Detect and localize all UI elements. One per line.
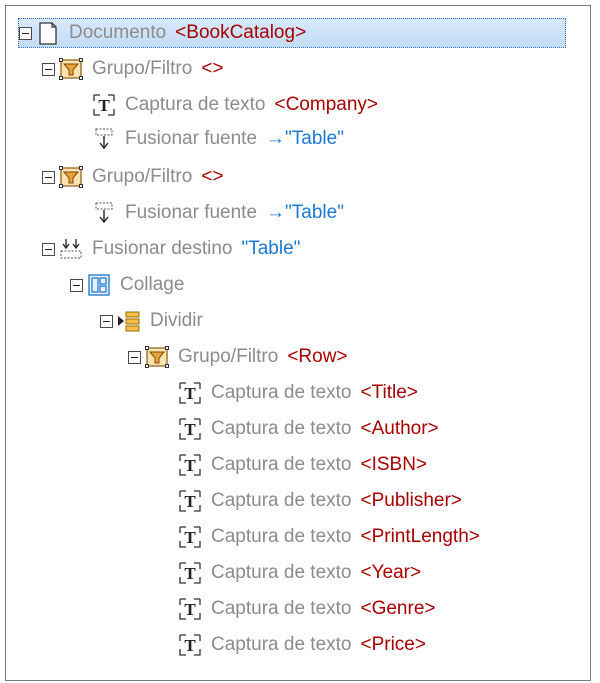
node-label: Captura de texto — [211, 382, 352, 403]
node-argument: <Row> — [287, 346, 348, 367]
document-icon — [35, 20, 61, 46]
node-label: Captura de texto — [211, 634, 352, 655]
node-label: Collage — [120, 274, 185, 295]
collage-icon — [86, 272, 112, 298]
node-label: Grupo/Filtro — [178, 346, 279, 367]
node-argument: →"Table" — [266, 128, 344, 149]
tree-node-captura-de-texto[interactable]: T Captura de texto <Title> — [174, 378, 418, 408]
filter-icon — [58, 164, 84, 190]
node-argument: <Price> — [360, 634, 426, 655]
node-label: Grupo/Filtro — [92, 58, 193, 79]
node-argument: <Author> — [360, 418, 439, 439]
text-capture-icon: T — [177, 380, 203, 406]
node-argument: <> — [201, 58, 224, 79]
svg-text:T: T — [184, 564, 196, 583]
text-capture-icon: T — [177, 632, 203, 658]
node-argument: <Company> — [274, 94, 378, 115]
tree-node-captura-de-texto[interactable]: T Captura de texto <ISBN> — [174, 450, 427, 480]
svg-text:T: T — [184, 528, 196, 547]
svg-text:T: T — [184, 492, 196, 511]
node-argument: "Table" — [241, 238, 301, 259]
node-label: Grupo/Filtro — [92, 166, 193, 187]
node-argument: <Genre> — [360, 598, 436, 619]
node-label: Fusionar destino — [92, 238, 233, 259]
collapse-toggle-icon[interactable] — [128, 350, 141, 364]
node-label: Dividir — [150, 310, 203, 331]
node-label: Fusionar fuente — [125, 128, 258, 149]
tree-node-captura-de-texto[interactable]: T Captura de texto <Price> — [174, 630, 426, 660]
text-capture-icon: T — [177, 596, 203, 622]
collapse-toggle-icon[interactable] — [70, 278, 83, 292]
tree-node-fusionar-fuente[interactable]: Fusionar fuente →"Table" — [88, 198, 344, 228]
tree-node-fusionar-destino[interactable]: Fusionar destino "Table" — [42, 234, 300, 264]
node-label: Captura de texto — [211, 562, 352, 583]
tree-node-captura-de-texto[interactable]: T Captura de texto <Company> — [88, 90, 378, 120]
node-argument: <Year> — [360, 562, 422, 583]
svg-text:T: T — [184, 420, 196, 439]
tree-node-grupo-filtro[interactable]: Grupo/Filtro <> — [42, 54, 224, 84]
split-icon — [116, 308, 142, 334]
collapse-toggle-icon[interactable] — [100, 314, 113, 328]
node-argument: <> — [201, 166, 224, 187]
merge-source-icon — [91, 126, 117, 152]
text-capture-icon: T — [91, 92, 117, 118]
svg-text:T: T — [98, 96, 110, 115]
svg-text:T: T — [184, 456, 196, 475]
tree-node-dividir[interactable]: Dividir — [100, 306, 203, 336]
node-label: Captura de texto — [125, 94, 266, 115]
text-capture-icon: T — [177, 452, 203, 478]
tree-node-documento[interactable]: Documento <BookCatalog> — [18, 18, 566, 48]
node-argument: <PrintLength> — [360, 526, 480, 547]
filter-icon — [58, 56, 84, 82]
tree-node-captura-de-texto[interactable]: T Captura de texto <Year> — [174, 558, 421, 588]
collapse-toggle-icon[interactable] — [19, 26, 32, 40]
svg-text:T: T — [184, 636, 196, 655]
node-label: Captura de texto — [211, 526, 352, 547]
node-label: Fusionar fuente — [125, 202, 258, 223]
node-label: Captura de texto — [211, 598, 352, 619]
merge-target-icon — [58, 236, 84, 262]
node-argument: <Publisher> — [360, 490, 462, 511]
text-capture-icon: T — [177, 416, 203, 442]
text-capture-icon: T — [177, 488, 203, 514]
merge-source-icon — [91, 200, 117, 226]
collapse-toggle-icon[interactable] — [42, 62, 55, 76]
node-argument: →"Table" — [266, 202, 344, 223]
svg-text:T: T — [184, 600, 196, 619]
node-argument: <ISBN> — [360, 454, 428, 475]
filter-icon — [144, 344, 170, 370]
tree-view: Documento <BookCatalog> Grupo/Filtro <> … — [5, 5, 591, 681]
tree-node-collage[interactable]: Collage — [70, 270, 184, 300]
node-label: Captura de texto — [211, 418, 352, 439]
node-label: Documento — [69, 22, 167, 43]
node-label: Captura de texto — [211, 490, 352, 511]
tree-node-grupo-filtro[interactable]: Grupo/Filtro <Row> — [128, 342, 348, 372]
collapse-toggle-icon[interactable] — [42, 242, 55, 256]
tree-node-grupo-filtro[interactable]: Grupo/Filtro <> — [42, 162, 224, 192]
node-argument: <Title> — [360, 382, 418, 403]
collapse-toggle-icon[interactable] — [42, 170, 55, 184]
tree-node-captura-de-texto[interactable]: T Captura de texto <PrintLength> — [174, 522, 480, 552]
text-capture-icon: T — [177, 524, 203, 550]
svg-text:T: T — [184, 384, 196, 403]
tree-node-captura-de-texto[interactable]: T Captura de texto <Genre> — [174, 594, 435, 624]
text-capture-icon: T — [177, 560, 203, 586]
node-argument: <BookCatalog> — [175, 22, 307, 43]
tree-node-captura-de-texto[interactable]: T Captura de texto <Author> — [174, 414, 439, 444]
tree-node-fusionar-fuente[interactable]: Fusionar fuente →"Table" — [88, 124, 344, 154]
node-label: Captura de texto — [211, 454, 352, 475]
tree-node-captura-de-texto[interactable]: T Captura de texto <Publisher> — [174, 486, 462, 516]
